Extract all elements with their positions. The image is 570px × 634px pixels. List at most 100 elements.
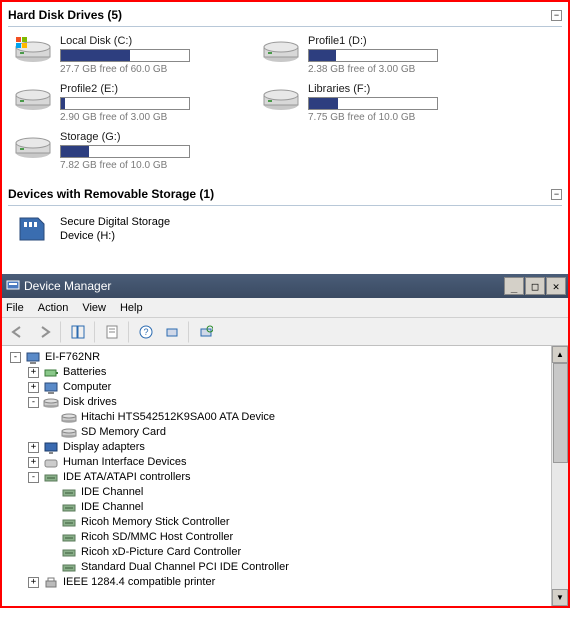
disk-icon [61,426,77,440]
tree-node[interactable]: + Batteries [6,365,568,380]
menu-action[interactable]: Action [38,302,69,314]
collapse-toggle-icon[interactable]: − [551,189,562,200]
hdd-icon [14,83,52,115]
drive-name: Libraries (F:) [308,83,492,95]
tree-node[interactable]: Ricoh Memory Stick Controller [6,515,568,530]
expand-toggle-icon [46,547,57,558]
tree-node[interactable]: IDE Channel [6,485,568,500]
expand-toggle-icon[interactable]: - [10,352,21,363]
ide-icon [43,471,59,485]
drive-item[interactable]: Profile2 (E:) 2.90 GB free of 3.00 GB [14,83,244,123]
tree-node[interactable]: Standard Dual Channel PCI IDE Controller [6,560,568,575]
scrollbar-vertical[interactable]: ▲ ▼ [551,346,568,606]
separator [60,321,62,343]
ide-icon [61,516,77,530]
properties-button[interactable] [100,321,124,343]
drive-info: Libraries (F:) 7.75 GB free of 10.0 GB [308,83,492,123]
drive-item[interactable]: Profile1 (D:) 2.38 GB free of 3.00 GB [262,35,492,75]
expand-toggle-icon [46,412,57,423]
display-icon [43,441,59,455]
scroll-up-button[interactable]: ▲ [552,346,568,363]
app-icon [6,278,20,295]
tree-node-label: SD Memory Card [81,425,166,440]
drive-name: Local Disk (C:) [60,35,244,47]
tree-node[interactable]: SD Memory Card [6,425,568,440]
expand-toggle-icon[interactable]: - [28,397,39,408]
explorer-pane: Hard Disk Drives (5) − Local Disk (C:) 2… [2,2,568,254]
disk-icon [43,396,59,410]
tree-node[interactable]: IDE Channel [6,500,568,515]
expand-toggle-icon [46,487,57,498]
removable-section-header: Devices with Removable Storage (1) − [8,185,562,206]
expand-toggle-icon [46,532,57,543]
tree-node-label: Ricoh Memory Stick Controller [81,515,230,530]
hdd-section-title: Hard Disk Drives (5) [8,8,122,22]
collapse-toggle-icon[interactable]: − [551,10,562,21]
expand-toggle-icon[interactable]: + [28,367,39,378]
scroll-thumb[interactable] [553,363,568,463]
tree-node[interactable]: - IDE ATA/ATAPI controllers [6,470,568,485]
drive-item[interactable]: Local Disk (C:) 27.7 GB free of 60.0 GB [14,35,244,75]
refresh-button[interactable] [194,321,218,343]
tree-node-label: IEEE 1284.4 compatible printer [63,575,215,590]
device-tree: - EI-F762NR + Batteries + Computer - Dis… [2,346,568,594]
back-button[interactable] [6,321,30,343]
capacity-bar [60,145,190,158]
drive-list: Local Disk (C:) 27.7 GB free of 60.0 GB … [8,35,562,171]
help-button[interactable]: ? [134,321,158,343]
expand-toggle-icon[interactable]: + [28,442,39,453]
scroll-down-button[interactable]: ▼ [552,589,568,606]
expand-toggle-icon[interactable]: + [28,577,39,588]
removable-item[interactable]: Secure Digital Storage Device (H:) [8,214,562,244]
forward-button[interactable] [32,321,56,343]
disk-icon [61,411,77,425]
drive-free-text: 2.90 GB free of 3.00 GB [60,112,244,123]
drive-item[interactable]: Libraries (F:) 7.75 GB free of 10.0 GB [262,83,492,123]
tree-node[interactable]: + Display adapters [6,440,568,455]
tree-node[interactable]: Ricoh SD/MMC Host Controller [6,530,568,545]
tree-node[interactable]: Hitachi HTS542512K9SA00 ATA Device [6,410,568,425]
scan-button[interactable] [160,321,184,343]
computer-icon [25,351,41,365]
expand-toggle-icon [46,517,57,528]
expand-toggle-icon [46,427,57,438]
expand-toggle-icon[interactable]: - [28,472,39,483]
separator [94,321,96,343]
tree-node-label: Human Interface Devices [63,455,187,470]
removable-section-title: Devices with Removable Storage (1) [8,187,214,201]
ide-icon [61,486,77,500]
drive-info: Local Disk (C:) 27.7 GB free of 60.0 GB [60,35,244,75]
menu-view[interactable]: View [82,302,106,314]
maximize-button[interactable]: □ [525,277,545,295]
expand-toggle-icon[interactable]: + [28,457,39,468]
tree-node-label: Hitachi HTS542512K9SA00 ATA Device [81,410,275,425]
tree-node[interactable]: - EI-F762NR [6,350,568,365]
minimize-button[interactable]: _ [504,277,524,295]
tree-node-label: Display adapters [63,440,145,455]
capacity-bar [60,97,190,110]
window-controls: _ □ ✕ [504,277,566,295]
close-button[interactable]: ✕ [546,277,566,295]
tree-node[interactable]: + Human Interface Devices [6,455,568,470]
separator [188,321,190,343]
capacity-bar [308,49,438,62]
window-title: Device Manager [24,279,111,293]
show-hide-tree-button[interactable] [66,321,90,343]
tree-node-label: Disk drives [63,395,117,410]
titlebar[interactable]: Device Manager _ □ ✕ [2,274,568,298]
hdd-icon [262,35,300,67]
tree-node[interactable]: + IEEE 1284.4 compatible printer [6,575,568,590]
tree-node[interactable]: - Disk drives [6,395,568,410]
hid-icon [43,456,59,470]
svg-text:?: ? [143,327,148,337]
tree-node-label: Ricoh SD/MMC Host Controller [81,530,233,545]
tree-node[interactable]: + Computer [6,380,568,395]
menu-help[interactable]: Help [120,302,143,314]
tree-node[interactable]: Ricoh xD-Picture Card Controller [6,545,568,560]
ide-icon [61,501,77,515]
drive-item[interactable]: Storage (G:) 7.82 GB free of 10.0 GB [14,131,244,171]
menu-file[interactable]: File [6,302,24,314]
toolbar: ? [2,318,568,346]
hdd-section-header: Hard Disk Drives (5) − [8,6,562,27]
expand-toggle-icon[interactable]: + [28,382,39,393]
